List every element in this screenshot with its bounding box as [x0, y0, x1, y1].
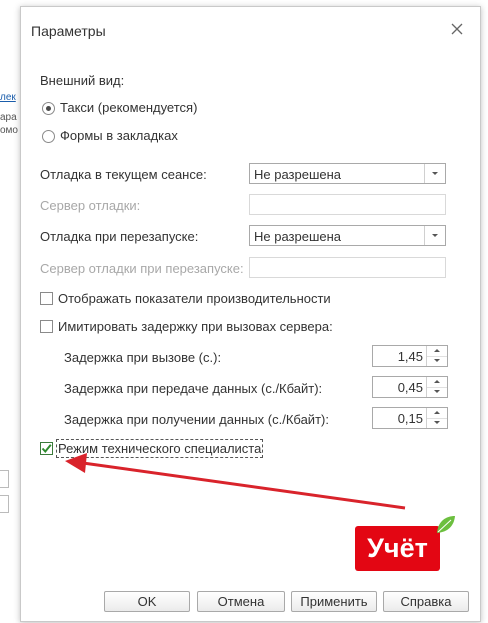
parameters-dialog: Параметры Внешний вид: Такси (рекомендуе… [20, 6, 481, 622]
background-link-fragment[interactable]: лек [0, 92, 16, 103]
uchet-logo: Учёт [355, 526, 440, 571]
background-field [0, 495, 9, 513]
background-text-fragment: ара [0, 112, 17, 123]
apply-button[interactable]: Применить [291, 591, 377, 612]
help-button[interactable]: Справка [383, 591, 469, 612]
leaf-icon [437, 516, 455, 533]
cancel-button[interactable]: Отмена [197, 591, 285, 612]
background-field [0, 470, 9, 488]
background-text-fragment: омо [0, 125, 18, 136]
logo-text: Учёт [367, 533, 428, 563]
ok-button[interactable]: OK [104, 591, 190, 612]
